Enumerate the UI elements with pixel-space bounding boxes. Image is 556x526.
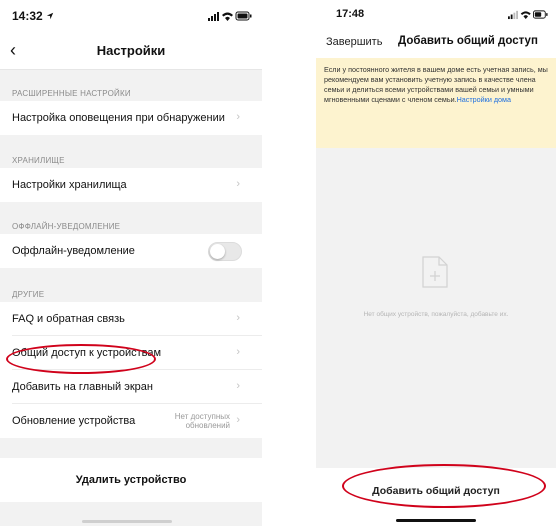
- annotation-ellipse: [6, 344, 156, 374]
- row-label: Настройки хранилища: [12, 179, 127, 191]
- wifi-icon: [222, 12, 233, 21]
- row-label: Добавить на главный экран: [12, 381, 153, 393]
- chevron-right-icon: ›: [236, 178, 240, 190]
- offline-notification-toggle[interactable]: [208, 242, 242, 261]
- status-time: 14:32: [12, 9, 54, 23]
- chevron-right-icon: ›: [236, 414, 240, 426]
- system-status-icons: [208, 11, 252, 21]
- home-indicator: [82, 520, 172, 523]
- notice-text: Если у постоянного жителя в вашем доме е…: [324, 65, 548, 104]
- row-detection-alert-settings[interactable]: Настройка оповещения при обнаружении ›: [0, 101, 262, 135]
- family-sharing-notice: Если у постоянного жителя в вашем доме е…: [316, 58, 556, 148]
- home-indicator: [396, 519, 476, 522]
- row-offline-notification: Оффлайн-уведомление: [0, 234, 262, 268]
- cellular-signal-icon: [508, 10, 518, 20]
- chevron-right-icon: ›: [236, 111, 240, 123]
- update-status-value: Нет доступных обновлений: [174, 412, 230, 430]
- add-file-icon: [422, 256, 448, 288]
- page-title: Добавить общий доступ: [398, 35, 538, 47]
- chevron-right-icon: ›: [236, 380, 240, 392]
- row-label: FAQ и обратная связь: [12, 313, 125, 325]
- add-sharing-screen: 17:48 Завершить Добавить общий доступ Ес…: [316, 0, 556, 526]
- settings-screen: 14:32 ‹ Настройки РАСШИРЕННЫЕ НАСТРОЙКИ …: [0, 0, 262, 526]
- row-label: Настройка оповещения при обнаружении: [12, 112, 225, 124]
- wifi-icon: [520, 11, 531, 20]
- system-status-icons: [508, 10, 548, 20]
- battery-icon: [533, 10, 548, 19]
- section-header-advanced: РАСШИРЕННЫЕ НАСТРОЙКИ: [12, 89, 131, 98]
- status-bar: 17:48: [316, 0, 556, 28]
- row-device-update[interactable]: Обновление устройства Нет доступных обно…: [0, 404, 262, 438]
- delete-device-label: Удалить устройство: [75, 474, 187, 486]
- row-faq-feedback[interactable]: FAQ и обратная связь ›: [0, 302, 262, 336]
- section-header-offline: ОФФЛАЙН-УВЕДОМЛЕНИЕ: [12, 222, 121, 231]
- row-storage-settings[interactable]: Настройки хранилища ›: [0, 168, 262, 202]
- chevron-right-icon: ›: [236, 312, 240, 324]
- section-header-storage: ХРАНИЛИЩЕ: [12, 156, 65, 165]
- location-arrow-icon: [46, 12, 54, 20]
- status-time: 17:48: [336, 8, 365, 20]
- delete-device-button[interactable]: Удалить устройство: [0, 458, 262, 502]
- home-settings-link[interactable]: Настройки дома: [457, 95, 511, 104]
- battery-icon: [235, 11, 252, 21]
- nav-bar: Завершить Добавить общий доступ: [316, 28, 556, 58]
- nav-bar: ‹ Настройки: [0, 32, 262, 70]
- toggle-knob: [210, 244, 225, 259]
- page-title: Настройки: [96, 43, 166, 58]
- empty-state-text: Нет общих устройств, пожалуйста, добавьт…: [363, 311, 509, 318]
- chevron-right-icon: ›: [236, 346, 240, 358]
- done-button[interactable]: Завершить: [326, 36, 382, 48]
- section-header-other: ДРУГИЕ: [12, 290, 45, 299]
- status-bar: 14:32: [0, 0, 262, 32]
- cellular-signal-icon: [208, 12, 219, 21]
- row-add-to-home-screen[interactable]: Добавить на главный экран ›: [0, 370, 262, 404]
- row-label: Обновление устройства: [12, 415, 136, 427]
- annotation-ellipse: [342, 464, 546, 508]
- row-label: Оффлайн-уведомление: [12, 245, 135, 257]
